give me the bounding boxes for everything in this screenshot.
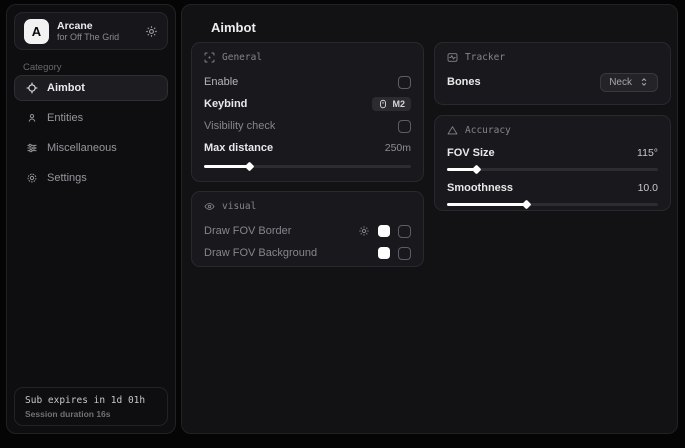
row-enable: Enable	[204, 71, 411, 93]
fov-size-control: FOV Size 115°	[447, 144, 658, 171]
fov-background-controls	[378, 247, 411, 260]
card-header-label: Accuracy	[465, 125, 511, 136]
app-header: A Arcane for Off The Grid	[14, 12, 168, 50]
bones-dropdown[interactable]: Neck	[600, 73, 658, 92]
bones-label: Bones	[447, 76, 481, 88]
card-accuracy-header: Accuracy	[447, 125, 658, 136]
sidebar-item-settings[interactable]: Settings	[15, 165, 168, 191]
row-keybind: Keybind M2	[204, 93, 411, 115]
app-titles: Arcane for Off The Grid	[57, 20, 137, 42]
keybind-label: Keybind	[204, 98, 247, 110]
card-tracker-header: Tracker	[447, 52, 658, 63]
card-visual-header: visual	[204, 201, 411, 212]
visibility-check-checkbox[interactable]	[398, 120, 411, 133]
crosshair-icon	[25, 82, 38, 94]
card-visual: visual Draw FOV Border Draw FOV Backgrou…	[191, 191, 424, 267]
row-bones: Bones Neck	[447, 71, 658, 93]
triangle-icon	[447, 125, 458, 136]
page-title: Aimbot	[211, 20, 256, 35]
category-label: Category	[23, 62, 62, 73]
sub-expiry-text: Sub expires in 1d 01h	[25, 395, 157, 406]
gear-icon[interactable]	[145, 25, 158, 38]
card-general: General Enable Keybind M2 Visibility che…	[191, 42, 424, 182]
keybind-button[interactable]: M2	[372, 97, 411, 111]
main-panel: Aimbot General Enable Keybind M2	[181, 4, 678, 434]
app-name: Arcane	[57, 20, 137, 32]
bones-selected-value: Neck	[609, 77, 632, 88]
smoothness-value: 10.0	[638, 182, 658, 194]
enable-label: Enable	[204, 76, 238, 88]
person-scan-icon	[25, 112, 38, 124]
keybind-value: M2	[392, 99, 405, 109]
gear-icon	[25, 172, 38, 184]
slider-thumb[interactable]	[244, 161, 254, 171]
fov-border-color-swatch[interactable]	[378, 225, 390, 237]
app-logo: A	[24, 19, 49, 44]
max-distance-value: 250m	[385, 142, 411, 154]
sidebar-item-label: Entities	[47, 112, 83, 124]
tracker-waveform-icon	[447, 52, 458, 63]
sidebar-item-miscellaneous[interactable]: Miscellaneous	[15, 135, 168, 161]
row-max-distance: Max distance 250m	[204, 137, 411, 159]
smoothness-control: Smoothness 10.0	[447, 179, 658, 206]
slider-fill	[204, 165, 250, 168]
fov-size-slider[interactable]	[447, 168, 658, 171]
slider-thumb[interactable]	[522, 199, 532, 209]
card-accuracy: Accuracy FOV Size 115° Smoothness 10.0	[434, 115, 671, 211]
card-header-label: visual	[222, 201, 256, 212]
smoothness-label: Smoothness	[447, 182, 513, 194]
gear-icon[interactable]	[358, 225, 370, 237]
chevron-up-down-icon	[639, 77, 649, 87]
sidebar-item-label: Miscellaneous	[47, 142, 117, 154]
app-subtitle: for Off The Grid	[57, 32, 137, 42]
scan-crosshair-icon	[204, 52, 215, 63]
fov-border-checkbox[interactable]	[398, 225, 411, 238]
card-header-label: General	[222, 52, 262, 63]
card-general-header: General	[204, 52, 411, 63]
subscription-info: Sub expires in 1d 01h Session duration 1…	[14, 387, 168, 426]
fov-background-checkbox[interactable]	[398, 247, 411, 260]
max-distance-slider[interactable]	[204, 165, 411, 168]
session-duration-text: Session duration 16s	[25, 409, 157, 419]
fov-background-color-swatch[interactable]	[378, 247, 390, 259]
row-fov-background: Draw FOV Background	[204, 242, 411, 264]
fov-border-label: Draw FOV Border	[204, 225, 291, 237]
visibility-check-label: Visibility check	[204, 120, 275, 132]
sidebar-item-label: Settings	[47, 172, 87, 184]
sidebar-item-label: Aimbot	[47, 82, 85, 94]
slider-thumb[interactable]	[471, 164, 481, 174]
row-fov-size: FOV Size 115°	[447, 144, 658, 162]
row-fov-border: Draw FOV Border	[204, 220, 411, 242]
fov-size-label: FOV Size	[447, 147, 495, 159]
sidebar-nav: Aimbot Entities Miscellaneous	[14, 75, 168, 195]
max-distance-label: Max distance	[204, 142, 273, 154]
row-visibility-check: Visibility check	[204, 115, 411, 137]
fov-border-controls	[358, 225, 411, 238]
sidebar-item-aimbot[interactable]: Aimbot	[14, 75, 168, 101]
slider-fill	[447, 203, 527, 206]
sliders-icon	[25, 142, 38, 154]
fov-size-value: 115°	[637, 147, 658, 159]
sidebar-item-entities[interactable]: Entities	[15, 105, 168, 131]
eye-icon	[204, 201, 215, 212]
card-header-label: Tracker	[465, 52, 505, 63]
card-tracker: Tracker Bones Neck	[434, 42, 671, 105]
enable-checkbox[interactable]	[398, 76, 411, 89]
sidebar: A Arcane for Off The Grid Category Aimbo…	[6, 4, 176, 434]
mouse-icon	[378, 99, 388, 109]
row-smoothness: Smoothness 10.0	[447, 179, 658, 197]
smoothness-slider[interactable]	[447, 203, 658, 206]
fov-background-label: Draw FOV Background	[204, 247, 317, 259]
